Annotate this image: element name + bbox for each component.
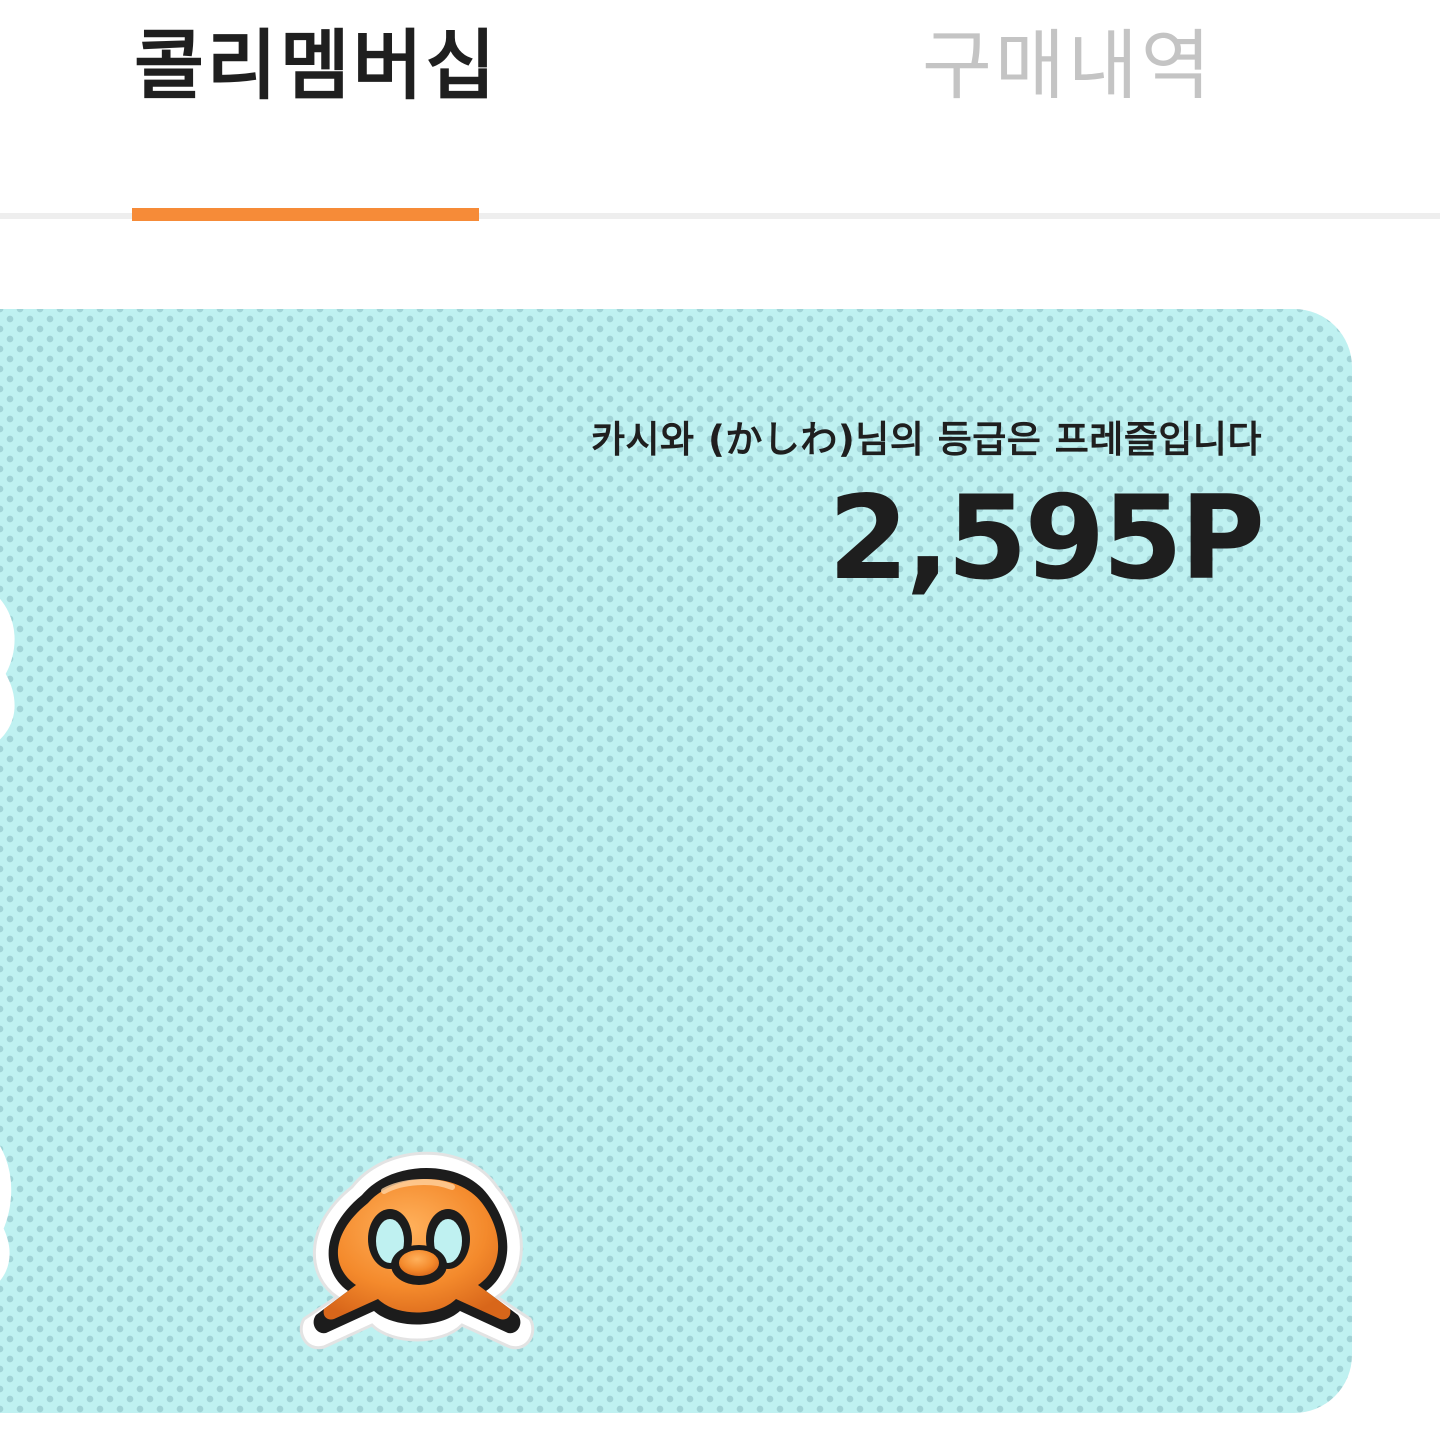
membership-card: 카시와 (かしわ)님의 등급은 프레즐입니다 2,595P <box>0 309 1352 1413</box>
membership-grade-text: 카시와 (かしわ)님의 등급은 프레즐입니다 <box>590 418 1262 461</box>
pretzel-icon <box>0 1147 12 1281</box>
tab-membership[interactable]: 콜리멤버십 <box>134 18 499 114</box>
points-balance: 2,595P <box>828 471 1265 606</box>
active-tab-indicator <box>132 208 479 221</box>
pretzel-icon <box>299 1151 535 1350</box>
pretzel-icon <box>0 599 15 738</box>
tab-purchase-history[interactable]: 구매내역 <box>922 18 1214 114</box>
tab-bar: 콜리멤버십 구매내역 <box>0 0 1440 222</box>
